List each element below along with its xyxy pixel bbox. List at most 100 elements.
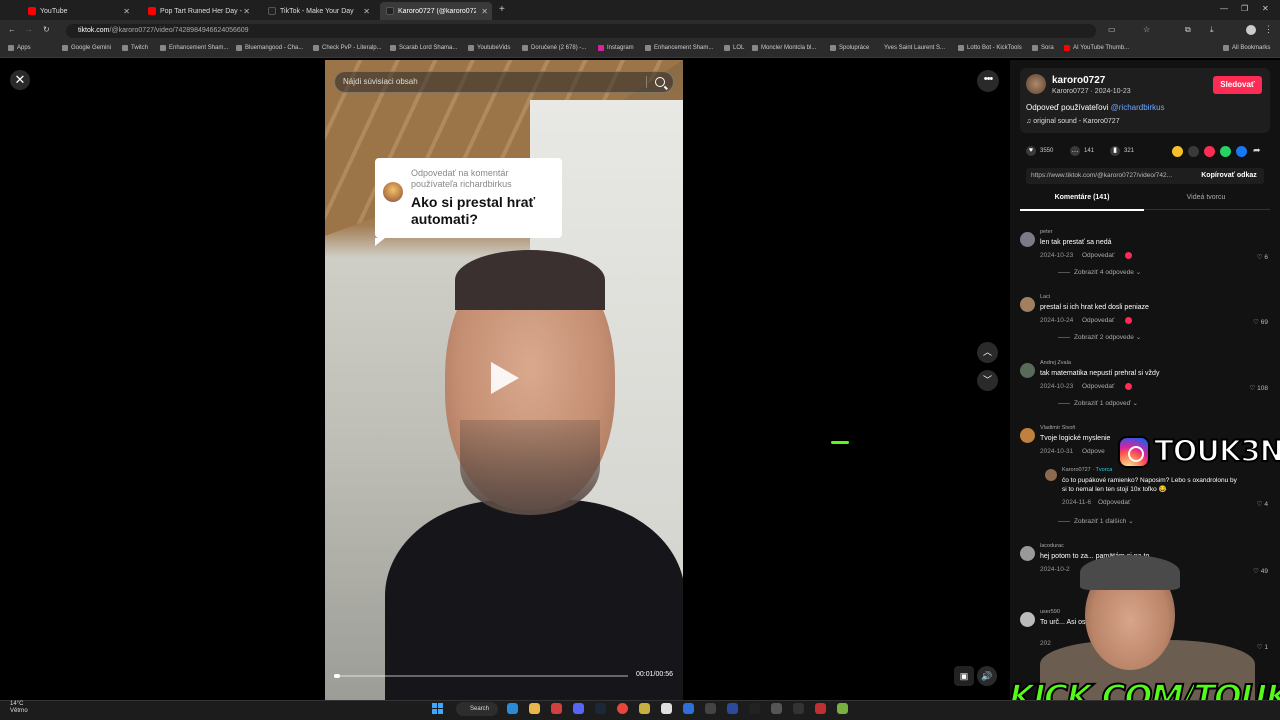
profile-avatar[interactable] — [1246, 25, 1256, 35]
caption-mention-link[interactable]: @richardbirkus — [1111, 103, 1165, 112]
bookmark-scarab[interactable]: Scarab Lord Shama... — [390, 45, 457, 51]
app-icon[interactable] — [727, 703, 738, 714]
comment-avatar[interactable] — [1020, 612, 1035, 627]
bookmark-youtubevids[interactable]: YoutubeVids — [468, 45, 510, 51]
follow-button[interactable]: Sledovať — [1213, 76, 1262, 94]
view-replies-button[interactable]: Zobraziť 2 odpovede ⌄ — [1058, 333, 1141, 341]
bookmark-lottobot[interactable]: Lotto Bot - KickTools — [958, 45, 1022, 51]
bookmark-moncler[interactable]: Moncler Montcla bl... — [752, 45, 816, 51]
comment-reply-button[interactable]: Odpove — [1082, 448, 1105, 455]
bookmark-bluemangood[interactable]: Bluemangood - Cha... — [236, 45, 303, 51]
share-arrow-icon[interactable]: ➦ — [1253, 145, 1261, 156]
cast-icon[interactable]: ▭ — [1108, 25, 1116, 34]
share-repost-icon[interactable] — [1172, 146, 1183, 157]
comment-avatar[interactable] — [1020, 232, 1035, 247]
next-video-chevron-down-icon[interactable]: ﹀ — [977, 370, 998, 391]
file-explorer-icon[interactable] — [529, 703, 540, 714]
bookmark-checkpvp[interactable]: Check PvP - Literalp... — [313, 45, 382, 51]
share-facebook-icon[interactable] — [1236, 146, 1247, 157]
comment-like[interactable]: ♡ 4 — [1257, 500, 1268, 508]
app-icon[interactable] — [793, 703, 804, 714]
weather-widget[interactable]: 14°C Větrno — [10, 701, 28, 715]
comment-user[interactable]: lacodurac — [1040, 543, 1064, 549]
save-button[interactable]: ▮ 321 — [1110, 146, 1134, 156]
bookmark-spoluprace[interactable]: Spolupráce — [830, 45, 869, 51]
back-icon[interactable]: ← — [8, 25, 16, 34]
close-window-icon[interactable]: ✕ — [1262, 4, 1269, 13]
previous-video-chevron-up-icon[interactable]: ︿ — [977, 342, 998, 363]
terminal-icon[interactable] — [705, 703, 716, 714]
browser-tab-youtube[interactable]: YouTube ✕ — [22, 2, 134, 20]
app-icon[interactable] — [683, 703, 694, 714]
tab-creator-videos[interactable]: Videá tvorcu — [1144, 194, 1268, 201]
app-icon[interactable] — [551, 703, 562, 714]
url-field[interactable]: tiktok.com/@karoro0727/video/74289849466… — [66, 24, 1096, 38]
menu-icon[interactable]: ⋮ — [1264, 24, 1273, 35]
share-pinterest-icon[interactable] — [1204, 146, 1215, 157]
comment-avatar[interactable] — [1020, 428, 1035, 443]
discord-icon[interactable] — [573, 703, 584, 714]
play-icon[interactable] — [491, 362, 519, 394]
bookmark-gemini[interactable]: Google Gemini — [62, 45, 111, 51]
bookmark-gmail[interactable]: Doručené (2 678) -... — [522, 45, 586, 51]
comment-avatar[interactable] — [1020, 297, 1035, 312]
view-replies-button[interactable]: Zobraziť 1 odpoveď ⌄ — [1058, 399, 1138, 407]
close-tab-icon[interactable]: ✕ — [243, 7, 250, 16]
new-tab-icon[interactable]: + — [499, 4, 505, 15]
comment-like[interactable]: ♡ 49 — [1253, 567, 1268, 575]
bookmark-apps[interactable]: Apps — [8, 45, 31, 51]
comment-user[interactable]: Vladimír Sivoň — [1040, 425, 1075, 431]
bookmark-enhancement[interactable]: Enhancement Sham... — [160, 45, 228, 51]
creator-avatar[interactable] — [1026, 74, 1046, 94]
bookmark-sora[interactable]: Sora — [1032, 45, 1054, 51]
comment-reply-button[interactable]: Odpovedať — [1082, 317, 1114, 324]
obs-icon[interactable] — [771, 703, 782, 714]
close-tab-icon[interactable]: ✕ — [123, 7, 130, 16]
app-icon[interactable] — [749, 703, 760, 714]
chrome-icon[interactable] — [617, 703, 628, 714]
bookmark-ysl[interactable]: Yves Saint Laurent S... — [884, 45, 945, 51]
comment-button[interactable]: … 141 — [1070, 146, 1094, 156]
app-icon[interactable] — [661, 703, 672, 714]
steam-icon[interactable] — [595, 703, 606, 714]
comment-like[interactable]: ♡ 1 — [1257, 643, 1268, 651]
bookmark-instagram[interactable]: Instagram — [598, 45, 634, 51]
bookmark-ai-thumb[interactable]: AI YouTube Thumb... — [1064, 45, 1129, 51]
close-tab-icon[interactable]: ✕ — [363, 7, 370, 16]
comment-user[interactable]: Karoro0727 — [1062, 467, 1091, 473]
app-icon[interactable] — [837, 703, 848, 714]
share-whatsapp-icon[interactable] — [1220, 146, 1231, 157]
comment-reply-button[interactable]: Odpovedať — [1082, 252, 1114, 259]
tab-comments[interactable]: Komentáre (141) — [1020, 194, 1144, 201]
comment-user[interactable]: peter — [1040, 229, 1053, 235]
comment-reply-button[interactable]: Odpovedať — [1082, 383, 1114, 390]
app-icon[interactable] — [815, 703, 826, 714]
like-button[interactable]: ♥ 3550 — [1026, 146, 1053, 156]
bookmark-lol[interactable]: LOL — [724, 45, 744, 51]
comment-like[interactable]: ♡ 69 — [1253, 318, 1268, 326]
maximize-icon[interactable]: ❐ — [1241, 4, 1248, 13]
browser-tab-karoro[interactable]: Karoro0727 (@karoro0727) ✕ — [380, 2, 492, 20]
browser-tab-poptart[interactable]: Pop Tart Ruined Her Day - YouT ✕ — [142, 2, 254, 20]
comment-user[interactable]: Laci — [1040, 294, 1050, 300]
extensions-icon[interactable]: ⧉ — [1185, 25, 1191, 35]
forward-icon[interactable]: → — [25, 25, 33, 34]
comment-avatar[interactable] — [1020, 546, 1035, 561]
copy-link-button[interactable]: Kopírovať odkaz — [1194, 168, 1264, 184]
download-icon[interactable]: ⤓ — [1210, 25, 1214, 35]
windows-start-icon[interactable] — [432, 703, 443, 714]
bookmark-enhancement-2[interactable]: Enhancement Sham... — [645, 45, 713, 51]
comment-like[interactable]: ♡ 108 — [1250, 384, 1269, 392]
comment-like[interactable]: ♡ 6 — [1257, 253, 1268, 261]
taskbar-search[interactable]: Search — [456, 702, 498, 716]
close-video-button[interactable]: ✕ — [10, 70, 30, 90]
view-replies-button[interactable]: Zobraziť 4 odpovede ⌄ — [1058, 268, 1141, 276]
reload-icon[interactable]: ↻ — [43, 25, 50, 34]
sound-link[interactable]: ♫ original sound - Karoro0727 — [1026, 118, 1120, 125]
edge-icon[interactable] — [507, 703, 518, 714]
more-options-icon[interactable]: ••• — [977, 70, 999, 92]
view-more-replies-button[interactable]: Zobraziť 1 ďalších ⌄ — [1058, 517, 1134, 525]
related-search-input[interactable]: Nájdi súvisiaci obsah — [334, 71, 674, 93]
app-icon[interactable] — [639, 703, 650, 714]
bookmark-twitch[interactable]: Twitch — [122, 45, 148, 51]
